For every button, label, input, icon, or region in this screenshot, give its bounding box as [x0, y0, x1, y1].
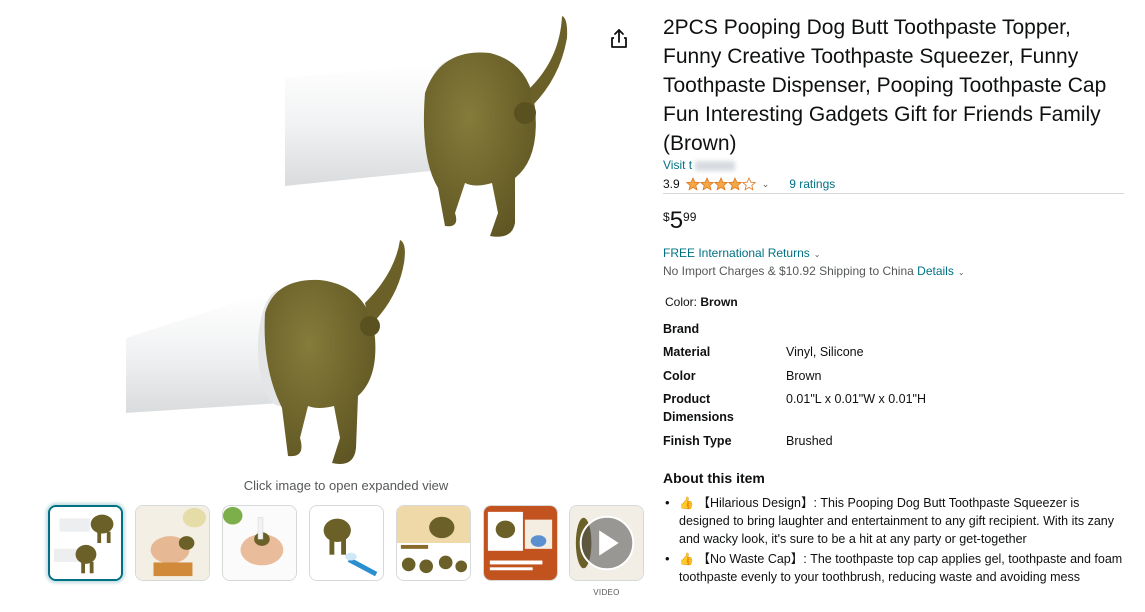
spec-key: Finish Type — [663, 434, 732, 448]
chevron-down-icon: ⌄ — [813, 250, 821, 259]
returns-label: FREE International Returns — [663, 246, 810, 260]
video-label: VIDEO — [593, 588, 620, 597]
product-title: 2PCS Pooping Dog Butt Toothpaste Topper,… — [663, 16, 1107, 155]
spec-value: Brown — [786, 369, 822, 383]
star-icon — [713, 177, 728, 191]
star-icon — [699, 177, 714, 191]
thumbnail-6[interactable] — [483, 505, 558, 581]
chevron-down-icon[interactable]: ⌄ — [958, 268, 965, 277]
rating-row: 3.9 ⌄ 9 ratings — [663, 176, 835, 192]
visit-store-label: Visit t — [663, 158, 693, 172]
store-name-redacted — [695, 160, 736, 171]
visit-store-link[interactable]: Visit t — [663, 158, 736, 172]
star-icon — [741, 177, 756, 191]
divider — [663, 193, 1124, 194]
chevron-down-icon[interactable]: ⌄ — [762, 179, 770, 190]
thumbnail-1[interactable] — [48, 505, 123, 581]
color-label: Color: — [665, 295, 701, 309]
about-this-item-heading: About this item — [663, 470, 765, 486]
list-item: 👍 【No Waste Cap】: The toothpaste top cap… — [663, 550, 1125, 586]
thumbs-up-icon: 👍 — [679, 496, 694, 510]
spec-key: Product Dimensions — [663, 392, 734, 424]
shipping-details-link[interactable]: Details — [917, 264, 954, 278]
main-product-image[interactable] — [120, 8, 590, 473]
thumbnail-video[interactable] — [569, 505, 644, 581]
color-value: Brown — [700, 295, 738, 309]
thumbnail-2[interactable] — [135, 505, 210, 581]
spec-key: Brand — [663, 322, 700, 336]
spec-key: Color — [663, 369, 696, 383]
share-icon[interactable] — [606, 26, 632, 52]
price-fraction: 99 — [683, 210, 697, 224]
thumbs-up-icon: 👍 — [679, 552, 694, 566]
price-whole: 5 — [669, 207, 684, 234]
free-returns-link[interactable]: FREE International Returns ⌄ — [663, 246, 820, 260]
list-item: 👍 【Hilarious Design】: This Pooping Dog B… — [663, 494, 1125, 548]
price: $599 — [663, 207, 696, 237]
spec-value: 0.01"L x 0.01"W x 0.01"H — [786, 392, 927, 406]
price-symbol: $ — [663, 210, 670, 224]
feature-bullets: 👍 【Hilarious Design】: This Pooping Dog B… — [663, 494, 1125, 588]
spec-value: Brushed — [786, 434, 833, 448]
spec-value: Vinyl, Silicone — [786, 345, 864, 359]
ratings-count-link[interactable]: 9 ratings — [789, 177, 835, 191]
rating-value: 3.9 — [663, 177, 680, 191]
spec-key: Material — [663, 345, 711, 359]
bullet-text: 【Hilarious Design】: This Pooping Dog But… — [679, 496, 1114, 546]
star-icon — [685, 177, 700, 191]
bullet-text: 【No Waste Cap】: The toothpaste top cap a… — [679, 552, 1123, 584]
thumbnail-3[interactable] — [222, 505, 297, 581]
star-icon — [727, 177, 742, 191]
thumbnail-5[interactable] — [396, 505, 471, 581]
expand-view-hint: Click image to open expanded view — [243, 478, 449, 493]
shipping-text: No Import Charges & $10.92 Shipping to C… — [663, 264, 918, 278]
thumbnail-4[interactable] — [309, 505, 384, 581]
shipping-info: No Import Charges & $10.92 Shipping to C… — [663, 264, 965, 278]
color-selector: Color: Brown — [665, 295, 738, 309]
star-rating[interactable] — [685, 177, 756, 191]
